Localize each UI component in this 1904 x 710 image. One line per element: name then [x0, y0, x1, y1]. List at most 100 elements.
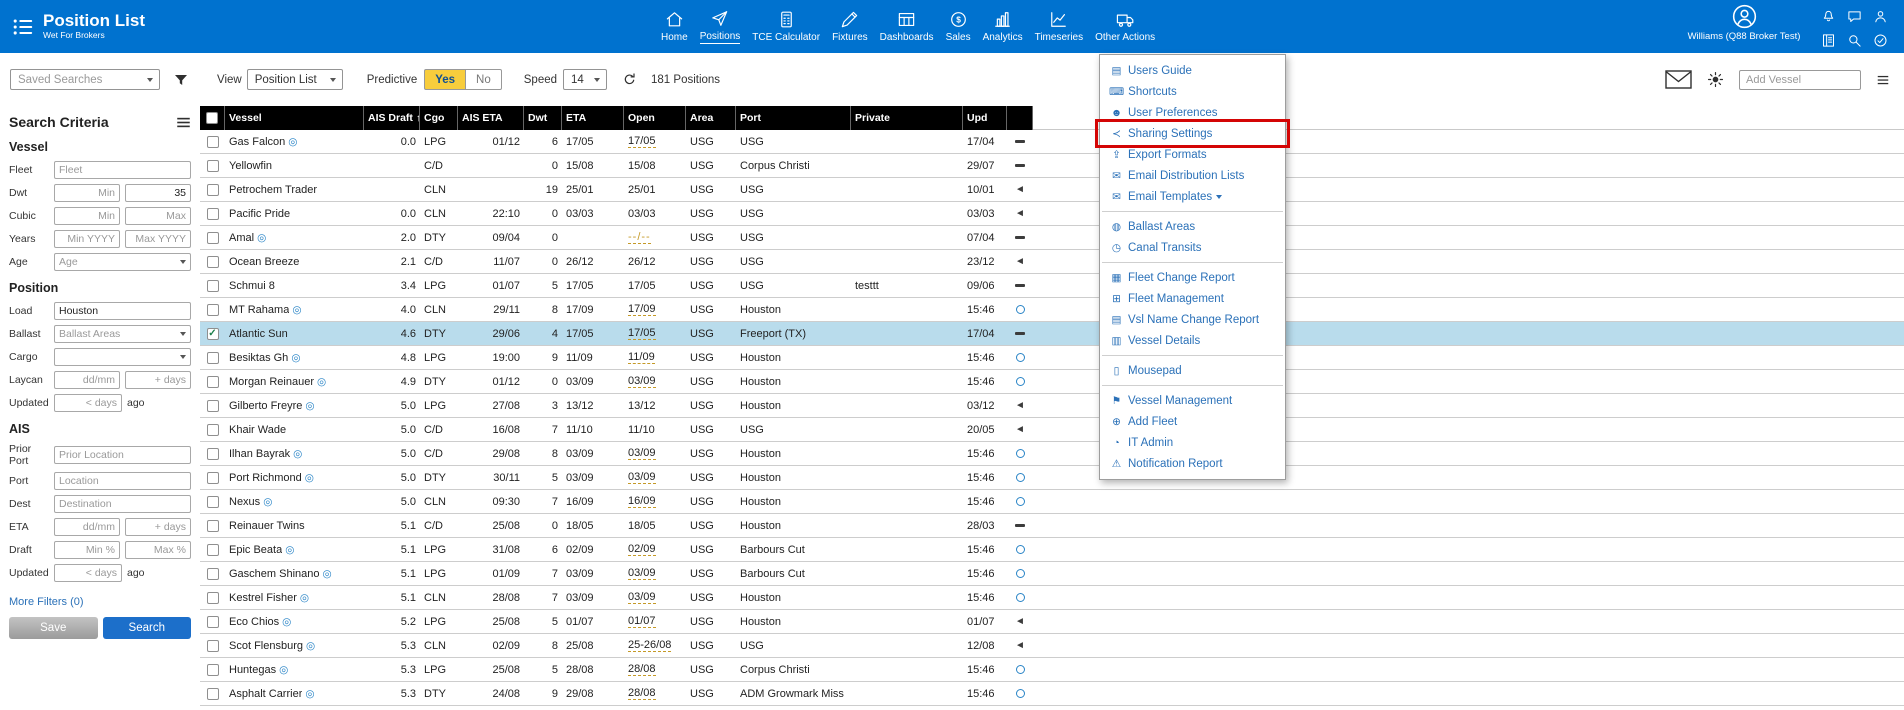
- table-row-gas-falcon[interactable]: Gas Falcon ◎ 0.0 LPG 01/12 6 17/05 17/05 USG USG 1…: [200, 130, 1904, 154]
- menu-item-vsl-name-change-report[interactable]: ▤ Vsl Name Change Report: [1100, 309, 1285, 330]
- column-header-port[interactable]: Port: [736, 106, 851, 130]
- refresh-icon[interactable]: [622, 72, 637, 87]
- cargo-select[interactable]: [54, 348, 191, 366]
- more-filters-link[interactable]: More Filters (0): [9, 596, 84, 608]
- row-checkbox[interactable]: [206, 495, 219, 508]
- table-row-gilberto-freyre[interactable]: Gilberto Freyre ◎ 5.0 LPG 27/08 3 13/12 13/12 US…: [200, 394, 1904, 418]
- table-row-gaschem-shinano[interactable]: Gaschem Shinano ◎ 5.1 LPG 01/09 7 03/09 03/09 US…: [200, 562, 1904, 586]
- column-header-cgo[interactable]: Cgo: [420, 106, 458, 130]
- bell-icon[interactable]: [1820, 9, 1836, 24]
- view-select[interactable]: Position List: [246, 69, 343, 90]
- nav-item-positions[interactable]: Positions: [694, 0, 747, 53]
- menu-item-export-formats[interactable]: ⇪ Export Formats: [1100, 144, 1285, 165]
- cubic-input-2[interactable]: [125, 207, 191, 225]
- load-input[interactable]: [54, 302, 191, 320]
- column-header-area[interactable]: Area: [686, 106, 736, 130]
- row-checkbox[interactable]: [206, 231, 219, 244]
- menu-item-ballast-areas[interactable]: ◍ Ballast Areas: [1100, 216, 1285, 237]
- row-checkbox[interactable]: [206, 471, 219, 484]
- dwt-input-2[interactable]: [125, 184, 191, 202]
- column-header-upd[interactable]: Upd: [963, 106, 1007, 130]
- menu-item-mousepad[interactable]: ▯ Mousepad: [1100, 360, 1285, 381]
- list-icon[interactable]: [12, 16, 34, 38]
- port-input[interactable]: [54, 472, 191, 491]
- menu-item-vessel-management[interactable]: ⚑ Vessel Management: [1100, 390, 1285, 411]
- table-row-ilhan-bayrak[interactable]: Ilhan Bayrak ◎ 5.0 C/D 29/08 8 03/09 03/09 USG Ho…: [200, 442, 1904, 466]
- menu-item-email-templates[interactable]: ✉ Email Templates: [1100, 186, 1285, 207]
- predictive-no-button[interactable]: No: [465, 69, 502, 90]
- criteria-menu-icon[interactable]: [176, 115, 191, 130]
- user-account[interactable]: Williams (Q88 Broker Test): [1679, 4, 1809, 42]
- table-row-mt-rahama[interactable]: MT Rahama ◎ 4.0 CLN 29/11 8 17/09 17/09 USG Houst…: [200, 298, 1904, 322]
- predictive-yes-button[interactable]: Yes: [424, 69, 466, 90]
- table-row-reinauer-twins[interactable]: Reinauer Twins 5.1 C/D 25/08 0 18/05 18/05 USG H…: [200, 514, 1904, 538]
- draft-input-1[interactable]: [54, 541, 120, 560]
- prior-port-input[interactable]: [54, 446, 191, 465]
- nav-item-other-actions[interactable]: Other Actions: [1089, 0, 1161, 53]
- user-card-icon[interactable]: [1872, 9, 1888, 24]
- updated-input[interactable]: [54, 564, 122, 583]
- table-row-ocean-breeze[interactable]: Ocean Breeze 2.1 C/D 11/07 0 26/12 26/12 USG USG…: [200, 250, 1904, 274]
- cubic-input-1[interactable]: [54, 207, 120, 225]
- age-select[interactable]: Age: [54, 253, 191, 271]
- menu-item-shortcuts[interactable]: ⌨ Shortcuts: [1100, 81, 1285, 102]
- dest-input[interactable]: [54, 495, 191, 514]
- fleet-input[interactable]: [54, 161, 191, 179]
- table-row-scot-flensburg[interactable]: Scot Flensburg ◎ 5.3 CLN 02/09 8 25/08 25-26/08…: [200, 634, 1904, 658]
- nav-item-sales[interactable]: $ Sales: [940, 0, 977, 53]
- table-row-pacific-pride[interactable]: Pacific Pride 0.0 CLN 22:10 0 03/03 03/03 USG US…: [200, 202, 1904, 226]
- table-row-yellowfin[interactable]: Yellowfin C/D 0 15/08 15/08 USG Corpus Christi…: [200, 154, 1904, 178]
- draft-input-2[interactable]: [125, 541, 191, 560]
- row-checkbox[interactable]: [206, 615, 219, 628]
- row-checkbox[interactable]: [206, 543, 219, 556]
- ledger-icon[interactable]: [1820, 33, 1836, 48]
- nav-item-analytics[interactable]: Analytics: [977, 0, 1029, 53]
- column-header-open[interactable]: Open: [624, 106, 686, 130]
- column-header-ais_eta[interactable]: AIS ETA: [458, 106, 524, 130]
- table-row-asphalt-carrier[interactable]: Asphalt Carrier ◎ 5.3 DTY 24/08 9 29/08 28/08 US…: [200, 682, 1904, 706]
- column-header-ais_draft[interactable]: AIS Draft↑: [364, 106, 420, 130]
- row-checkbox[interactable]: [206, 135, 219, 148]
- brightness-icon[interactable]: [1707, 71, 1724, 88]
- row-checkbox[interactable]: ✓: [206, 327, 219, 340]
- table-row-khair-wade[interactable]: Khair Wade 5.0 C/D 16/08 7 11/10 11/10 USG USG 20…: [200, 418, 1904, 442]
- nav-item-dashboards[interactable]: Dashboards: [874, 0, 940, 53]
- menu-item-canal-transits[interactable]: ◷ Canal Transits: [1100, 237, 1285, 258]
- column-header-icon[interactable]: [1007, 106, 1033, 130]
- row-checkbox[interactable]: [206, 351, 219, 364]
- updated-input[interactable]: [54, 394, 122, 412]
- chat-icon[interactable]: [1846, 9, 1862, 24]
- row-checkbox[interactable]: [206, 447, 219, 460]
- save-button[interactable]: Save: [9, 617, 98, 640]
- menu-item-sharing-settings[interactable]: ≺ Sharing Settings: [1100, 123, 1285, 144]
- speed-select[interactable]: 14: [563, 69, 608, 90]
- menu-item-users-guide[interactable]: ▤ Users Guide: [1100, 60, 1285, 81]
- menu-item-user-preferences[interactable]: ☻ User Preferences: [1100, 102, 1285, 123]
- table-row-kestrel-fisher[interactable]: Kestrel Fisher ◎ 5.1 CLN 28/08 7 03/09 03/09 USG…: [200, 586, 1904, 610]
- row-checkbox[interactable]: [206, 567, 219, 580]
- eta-input-1[interactable]: [54, 518, 120, 537]
- nav-item-tce-calculator[interactable]: TCE Calculator: [746, 0, 826, 53]
- row-checkbox[interactable]: [206, 303, 219, 316]
- years-input-1[interactable]: [54, 230, 120, 248]
- table-row-epic-beata[interactable]: Epic Beata ◎ 5.1 LPG 31/08 6 02/09 02/09 USG Barb…: [200, 538, 1904, 562]
- table-row-huntegas[interactable]: Huntegas ◎ 5.3 LPG 25/08 5 28/08 28/08 USG Corpus…: [200, 658, 1904, 682]
- eta-input-2[interactable]: [125, 518, 191, 537]
- menu-item-email-distribution-lists[interactable]: ✉ Email Distribution Lists: [1100, 165, 1285, 186]
- menu-item-fleet-change-report[interactable]: ▦ Fleet Change Report: [1100, 267, 1285, 288]
- dwt-input-1[interactable]: [54, 184, 120, 202]
- add-vessel-input[interactable]: [1739, 69, 1861, 90]
- table-row-atlantic-sun[interactable]: ✓ Atlantic Sun 4.6 DTY 29/06 4 17/05 17/05 USG Fr…: [200, 322, 1904, 346]
- column-header-vessel[interactable]: Vessel: [225, 106, 364, 130]
- verified-icon[interactable]: [1872, 33, 1888, 48]
- column-header-private[interactable]: Private: [851, 106, 963, 130]
- row-checkbox[interactable]: [206, 639, 219, 652]
- laycan-input-2[interactable]: [125, 371, 191, 389]
- column-header-dwt[interactable]: Dwt: [524, 106, 562, 130]
- table-row-eco-chios[interactable]: Eco Chios ◎ 5.2 LPG 25/08 5 01/07 01/07 USG Houst…: [200, 610, 1904, 634]
- menu-item-add-fleet[interactable]: ⊕ Add Fleet: [1100, 411, 1285, 432]
- select-all-checkbox[interactable]: [206, 112, 218, 124]
- column-header-check[interactable]: [200, 106, 225, 130]
- row-checkbox[interactable]: [206, 423, 219, 436]
- nav-item-timeseries[interactable]: Timeseries: [1029, 0, 1090, 53]
